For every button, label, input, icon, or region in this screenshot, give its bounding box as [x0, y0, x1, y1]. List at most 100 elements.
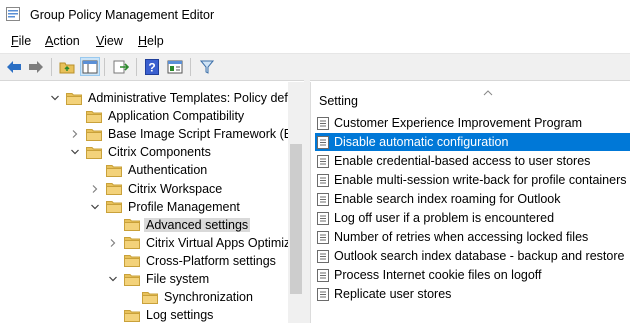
chevron-right-icon[interactable] [108, 238, 118, 248]
tree-item-label: Base Image Script Framework (BIS- [108, 127, 304, 142]
chevron-down-icon[interactable] [50, 93, 60, 103]
folder-icon [66, 92, 82, 105]
tree-item[interactable]: Base Image Script Framework (BIS- [70, 125, 304, 143]
policy-setting-icon [317, 211, 329, 225]
setting-row[interactable]: Customer Experience Improvement Program [315, 114, 630, 132]
folder-icon [124, 236, 140, 250]
settings-list-pane: Setting Customer Experience Improvement … [310, 82, 630, 323]
policy-setting-icon [317, 287, 329, 301]
tree-item-label: Advanced settings [144, 217, 251, 232]
menu-view[interactable]: View [96, 34, 123, 48]
policy-setting-icon [317, 173, 329, 187]
setting-row[interactable]: Replicate user stores [315, 285, 630, 303]
tree-item-label: Administrative Templates: Policy defir [88, 91, 295, 105]
tree-item[interactable]: File system [108, 270, 209, 288]
tree-item-label: Citrix Virtual Apps Optimiza [146, 235, 298, 250]
folder-icon [124, 309, 140, 322]
setting-row[interactable]: Enable search index roaming for Outlook [315, 190, 630, 208]
tree-item[interactable]: Profile Management [90, 198, 240, 216]
folder-icon [142, 291, 158, 304]
tree-item-label: Citrix Components [108, 145, 211, 160]
setting-label: Outlook search index database - backup a… [334, 249, 625, 263]
setting-label: Disable automatic configuration [334, 135, 509, 149]
tree-pane: Administrative Templates: Policy defir Ap… [0, 82, 304, 323]
setting-label: Process Internet cookie files on logoff [334, 268, 542, 282]
menu-file[interactable]: File [11, 34, 31, 48]
sort-ascending-icon [483, 85, 493, 99]
tree-item[interactable]: Synchronization [126, 288, 253, 306]
menu-action[interactable]: Action [45, 34, 80, 48]
folder-icon [124, 273, 140, 286]
setting-row[interactable]: Disable automatic configuration [315, 133, 630, 151]
setting-row[interactable]: Number of retries when accessing locked … [315, 228, 630, 246]
menu-help[interactable]: Help [138, 34, 164, 48]
up-folder-icon[interactable] [57, 57, 77, 76]
column-header-setting[interactable]: Setting [319, 94, 358, 108]
folder-icon [86, 128, 102, 141]
tree-item[interactable]: Advanced settings [108, 216, 251, 234]
tree-item[interactable]: Log settings [108, 306, 213, 323]
tree-item[interactable]: Authentication [90, 161, 207, 179]
tree-item-label: Log settings [146, 308, 214, 323]
tree-item-label: Authentication [128, 163, 208, 178]
tree-item[interactable]: Cross-Platform settings [108, 252, 276, 270]
setting-row[interactable]: Enable credential-based access to user s… [315, 152, 630, 170]
policy-setting-icon [317, 135, 329, 149]
properties-icon[interactable] [165, 57, 185, 76]
tree-item-label: Synchronization [164, 290, 253, 305]
policy-setting-icon [317, 154, 329, 168]
tree-item-label: Cross-Platform settings [146, 253, 276, 268]
setting-row[interactable]: Outlook search index database - backup a… [315, 247, 630, 265]
setting-row[interactable]: Enable multi-session write-back for prof… [315, 171, 630, 189]
chevron-right-icon[interactable] [90, 184, 100, 194]
tree-item[interactable]: Citrix Workspace [90, 180, 222, 198]
folder-icon [106, 164, 122, 177]
show-hide-tree-icon[interactable] [80, 57, 100, 76]
chevron-right-icon[interactable] [70, 129, 80, 139]
help-icon[interactable]: ? [142, 57, 162, 76]
folder-icon [106, 182, 122, 195]
folder-icon [124, 218, 140, 232]
tree-item[interactable]: Application Compatibility [70, 107, 244, 125]
window-title: Group Policy Management Editor [30, 8, 215, 22]
tree-vertical-scrollbar[interactable] [288, 82, 304, 323]
folder-icon [86, 146, 102, 159]
chevron-down-icon[interactable] [70, 147, 80, 157]
folder-icon [86, 110, 102, 123]
policy-setting-icon [317, 192, 329, 206]
group-policy-app-icon [6, 7, 20, 21]
tree-item[interactable]: Administrative Templates: Policy defir [50, 89, 295, 107]
setting-row[interactable]: Process Internet cookie files on logoff [315, 266, 630, 284]
forward-arrow-icon[interactable] [26, 57, 46, 76]
chevron-down-icon[interactable] [108, 274, 118, 284]
chevron-down-icon[interactable] [90, 202, 100, 212]
export-list-icon[interactable] [111, 57, 131, 76]
folder-icon [124, 254, 140, 268]
policy-setting-icon [317, 249, 329, 263]
filter-icon[interactable] [197, 57, 217, 76]
scrollbar-thumb[interactable] [290, 144, 302, 294]
setting-label: Replicate user stores [334, 287, 452, 301]
setting-label: Enable search index roaming for Outlook [334, 192, 561, 206]
svg-text:?: ? [148, 60, 155, 74]
tree-item-label: Profile Management [128, 199, 240, 214]
tree-item[interactable]: Citrix Virtual Apps Optimiza [108, 234, 297, 252]
tree-item-label: Application Compatibility [108, 109, 245, 124]
setting-label: Customer Experience Improvement Program [334, 116, 583, 130]
tree-item-label: File system [146, 272, 210, 286]
folder-icon [106, 200, 122, 214]
tree-item-label: Citrix Workspace [128, 181, 223, 196]
tree-item[interactable]: Citrix Components [70, 143, 211, 161]
back-arrow-icon[interactable] [4, 57, 24, 76]
setting-label: Enable credential-based access to user s… [334, 154, 591, 168]
setting-row[interactable]: Log off user if a problem is encountered [315, 209, 630, 227]
title-bar: Group Policy Management Editor [0, 0, 630, 31]
setting-label: Number of retries when accessing locked … [334, 230, 589, 244]
setting-label: Log off user if a problem is encountered [334, 211, 555, 225]
policy-setting-icon [317, 230, 329, 244]
